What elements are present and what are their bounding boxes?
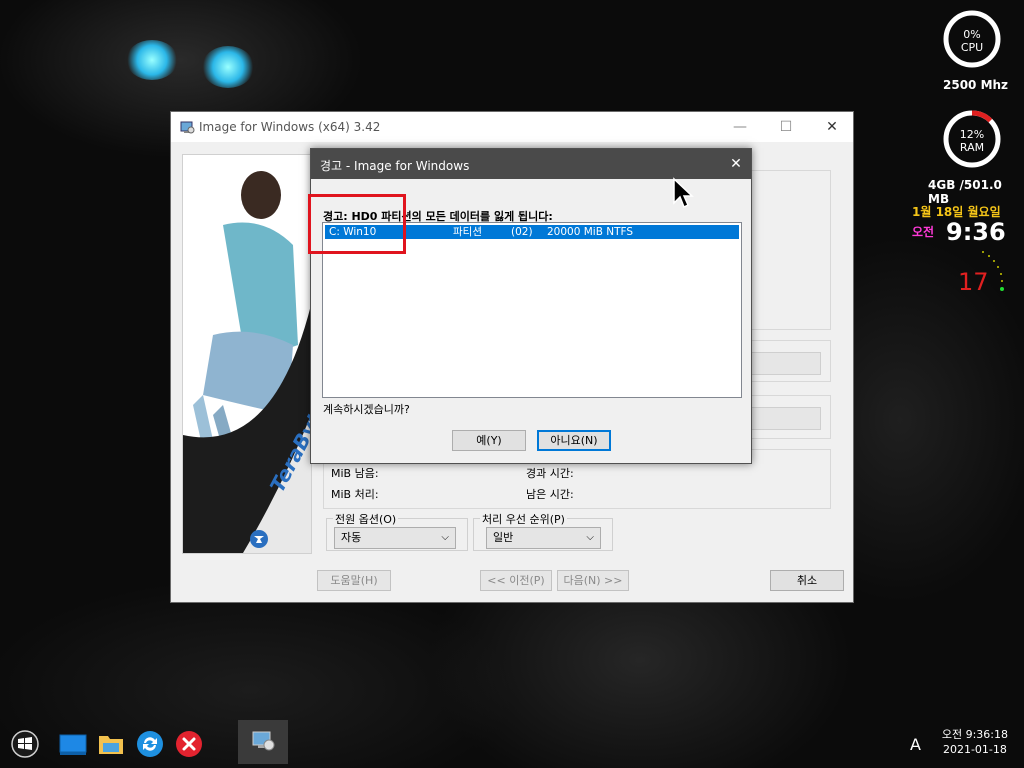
source-field — [751, 352, 821, 375]
file-explorer-icon[interactable] — [97, 730, 125, 758]
window-titlebar[interactable]: Image for Windows (x64) 3.42 — ☐ ✕ — [171, 112, 853, 142]
dialog-close-button[interactable]: ✕ — [721, 149, 751, 179]
confirm-question: 계속하시겠습니까? — [323, 403, 410, 416]
cpu-percent: 0% — [963, 28, 981, 41]
dialog-title: 경고 - Image for Windows — [320, 159, 470, 173]
widget-time: 9:36 — [946, 218, 1006, 246]
clock-date: 2021-01-18 — [942, 743, 1007, 756]
widget-ampm: 오전 — [912, 225, 935, 239]
wallpaper-eye-left — [126, 40, 178, 80]
power-options-title: 전원 옵션(O) — [333, 511, 399, 527]
prev-button[interactable]: << 이전(P) — [480, 570, 552, 591]
chevron-down-icon: ⌵ — [441, 532, 449, 543]
cancel-button[interactable]: 취소 — [770, 570, 844, 591]
model-illustration — [183, 171, 311, 553]
ram-label: RAM — [959, 141, 985, 154]
cpu-frequency: 2500 Mhz — [943, 78, 1009, 92]
mib-processed-label: MiB 처리: — [331, 488, 379, 501]
next-button[interactable]: 다음(N) >> — [557, 570, 629, 591]
refresh-icon[interactable] — [136, 730, 164, 758]
partition-index: (02) — [511, 226, 533, 238]
ram-gauge-label: 12% RAM — [943, 128, 1001, 154]
priority-title: 처리 우선 순위(P) — [480, 511, 567, 527]
destination-field — [751, 407, 821, 430]
desktop-icon[interactable] — [59, 730, 87, 758]
input-language-indicator[interactable]: A — [910, 735, 921, 754]
ram-percent: 12% — [959, 128, 985, 141]
partition-size: 20000 MiB NTFS — [547, 226, 634, 238]
clock-time: 오전 9:36:18 — [941, 728, 1008, 741]
mib-left-label: MiB 남음: — [331, 467, 379, 480]
mouse-cursor-icon — [673, 177, 694, 209]
priority-select[interactable]: 일반 ⌵ — [486, 527, 601, 549]
priority-value: 일반 — [493, 531, 514, 544]
dialog-titlebar[interactable]: 경고 - Image for Windows ✕ — [311, 149, 751, 179]
cpu-gauge-label: 0% CPU — [943, 28, 1001, 54]
power-options-select[interactable]: 자동 ⌵ — [334, 527, 456, 549]
partition-type: 파티션 — [453, 226, 482, 238]
annotation-highlight-box — [308, 194, 406, 254]
start-button-icon[interactable] — [11, 730, 39, 758]
cpu-label: CPU — [960, 41, 984, 54]
window-title: Image for Windows (x64) 3.42 — [199, 120, 381, 134]
wallpaper-eye-right — [202, 46, 254, 88]
minimize-button[interactable]: — — [717, 112, 763, 142]
ram-usage: 4GB /501.0 MB — [928, 178, 1002, 206]
brand-mark-icon — [250, 530, 268, 548]
close-button[interactable]: ✕ — [809, 112, 855, 142]
taskbar — [0, 720, 1024, 768]
power-options-value: 자동 — [341, 531, 362, 544]
chevron-down-icon: ⌵ — [586, 532, 594, 543]
no-button[interactable]: 아니요(N) — [537, 430, 611, 451]
taskbar-clock[interactable]: 오전 9:36:18 2021-01-18 — [942, 727, 1008, 757]
maximize-button[interactable]: ☐ — [763, 112, 809, 142]
terabyte-sidebar-image: TeraByte — [182, 154, 312, 554]
taskbar-app-image-for-windows[interactable] — [238, 720, 288, 764]
seconds-dots-arc — [982, 251, 1004, 291]
image-for-windows-app-icon — [252, 731, 275, 751]
elapsed-time-label: 경과 시간: — [526, 467, 574, 480]
shutdown-icon[interactable] — [175, 730, 203, 758]
yes-button[interactable]: 예(Y) — [452, 430, 526, 451]
help-button[interactable]: 도움말(H) — [317, 570, 391, 591]
app-icon — [180, 121, 195, 134]
remaining-time-label: 남은 시간: — [526, 488, 574, 501]
